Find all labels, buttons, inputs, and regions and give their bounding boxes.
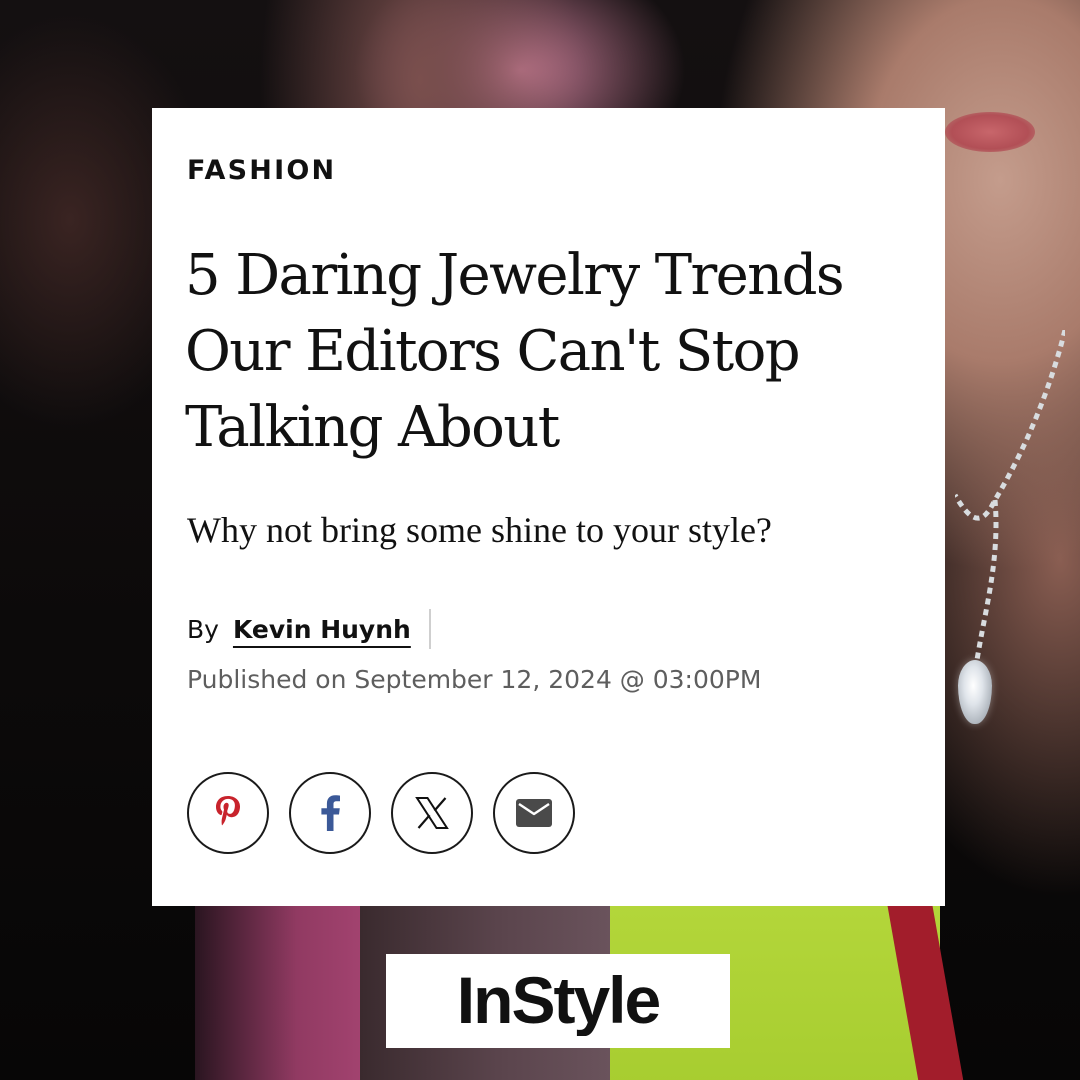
article-card: FASHION 5 Daring Jewelry Trends Our Edit… [152, 108, 945, 906]
x-icon [415, 797, 449, 829]
share-buttons [187, 772, 945, 854]
facebook-share-button[interactable] [289, 772, 371, 854]
email-icon [516, 799, 552, 827]
publish-date: Published on September 12, 2024 @ 03:00P… [187, 665, 762, 694]
x-share-button[interactable] [391, 772, 473, 854]
background-pink-fabric [195, 905, 365, 1080]
author-link[interactable]: Kevin Huynh [233, 615, 411, 644]
background-pendant [958, 660, 992, 724]
email-share-button[interactable] [493, 772, 575, 854]
byline-prefix: By [187, 614, 219, 644]
background-necklace [955, 330, 1065, 661]
pinterest-icon [216, 796, 240, 826]
byline: By Kevin Huynh [187, 608, 945, 650]
article-headline: 5 Daring Jewelry Trends Our Editors Can'… [185, 243, 845, 460]
instyle-logo[interactable]: InStyle [386, 954, 730, 1048]
byline-divider [428, 609, 431, 649]
article-deck: Why not bring some shine to your style? [187, 510, 772, 550]
facebook-icon [321, 795, 340, 831]
instyle-logo-wordmark: InStyle [457, 966, 662, 1036]
svg-text:InStyle: InStyle [457, 966, 660, 1036]
category-label[interactable]: FASHION [187, 156, 945, 186]
background-lips [945, 112, 1035, 152]
pinterest-share-button[interactable] [187, 772, 269, 854]
